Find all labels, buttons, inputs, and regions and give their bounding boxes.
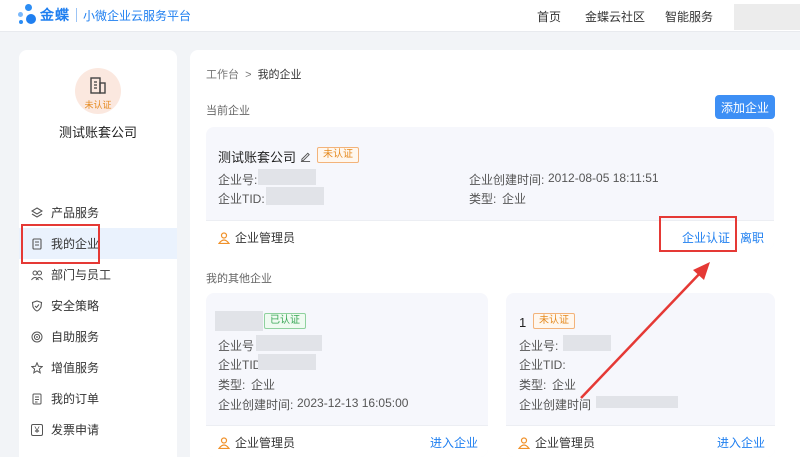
enterprise-name: 测试账套公司 — [218, 150, 297, 165]
type-value: 企业 — [552, 378, 577, 392]
main-panel: 工作台 > 我的企业 当前企业 添加企业 测试账套公司 未认证 企业号: 企业T… — [190, 50, 800, 457]
current-enterprise-title: 当前企业 — [206, 105, 250, 117]
sidebar-item-orders[interactable]: 我的订单 — [19, 383, 177, 414]
nav-smart-service[interactable]: 智能服务 — [665, 8, 713, 25]
created-time-value: 2012-08-05 18:11:51 — [548, 171, 659, 185]
user-icon — [218, 436, 230, 449]
role-label: 企业管理员 — [235, 436, 296, 450]
resign-link[interactable]: 离职 — [740, 229, 764, 246]
enterprise-verify-link[interactable]: 企业认证 — [682, 229, 730, 246]
enterprise-name: 1 — [519, 315, 527, 330]
breadcrumb-root[interactable]: 工作台 — [206, 69, 239, 81]
sidebar-company-name: 测试账套公司 — [58, 125, 137, 140]
people-icon — [31, 270, 43, 280]
sidebar: 未认证 测试账套公司 产品服务 我的企业 部门与员工 安全策略 自助服务 增值服… — [19, 50, 177, 457]
status-badge: 未认证 — [317, 147, 359, 163]
sidebar-item-my-enterprise[interactable]: 我的企业 — [19, 228, 177, 259]
sidebar-item-label: 我的企业 — [51, 237, 100, 251]
sidebar-item-security[interactable]: 安全策略 — [19, 290, 177, 321]
type-label: 类型: — [519, 378, 547, 392]
kingdee-logo-icon — [16, 4, 38, 26]
created-time-label: 企业创建时间 — [519, 398, 592, 412]
role-label: 企业管理员 — [235, 231, 296, 245]
enterprise-tid-label: 企业TID: — [218, 192, 265, 206]
created-time-label: 企业创建时间: — [469, 173, 545, 187]
status-badge: 未认证 — [533, 313, 575, 329]
user-icon — [218, 231, 230, 244]
created-time-value: 2023-12-13 16:05:00 — [297, 396, 409, 410]
role-label: 企业管理员 — [535, 436, 596, 450]
building-icon — [90, 77, 106, 94]
type-label: 类型: — [469, 192, 497, 206]
logo[interactable]: 金蝶 小微企业云服务平台 — [16, 4, 191, 26]
enterprise-id-value — [563, 335, 611, 351]
edit-icon[interactable] — [300, 151, 311, 162]
enterprise-id-label: 企业号: — [218, 173, 258, 187]
enterprise-name-redacted — [215, 311, 263, 331]
enterprise-id-value — [256, 335, 322, 351]
other-enterprises-title: 我的其他企业 — [206, 273, 272, 285]
role: 企业管理员 — [218, 229, 295, 246]
current-enterprise-card: 测试账套公司 未认证 企业号: 企业TID: 企业创建时间: 2012-08-0… — [206, 127, 774, 250]
sidebar-item-label: 发票申请 — [51, 423, 100, 437]
enterprise-tid-label: 企业TID: — [519, 358, 566, 372]
sidebar-item-label: 我的订单 — [51, 392, 100, 406]
sidebar-item-invoice[interactable]: ¥ 发票申请 — [19, 414, 177, 445]
type-label: 类型: — [218, 378, 246, 392]
current-enterprise-header: 测试账套公司 — [218, 147, 311, 166]
breadcrumb-current: 我的企业 — [257, 69, 302, 81]
breadcrumb-separator: > — [245, 69, 252, 81]
top-bar: 金蝶 小微企业云服务平台 首页 金蝶云社区 智能服务 — [0, 0, 800, 32]
enterprise-id-value — [258, 169, 316, 185]
created-time-label: 企业创建时间: — [218, 398, 294, 412]
role: 企业管理员 — [218, 434, 295, 451]
created-time-value — [596, 396, 678, 408]
nav-community[interactable]: 金蝶云社区 — [585, 8, 645, 25]
target-icon — [31, 331, 43, 342]
sidebar-item-products[interactable]: 产品服务 — [19, 197, 177, 228]
sidebar-item-value-added[interactable]: 增值服务 — [19, 352, 177, 383]
type-value: 企业 — [251, 378, 276, 392]
status-badge: 已认证 — [264, 313, 306, 329]
add-enterprise-button[interactable]: 添加企业 — [715, 95, 775, 119]
sidebar-item-label: 自助服务 — [51, 330, 100, 344]
enterprise-tid-label: 企业TID — [218, 358, 262, 372]
sidebar-item-self-service[interactable]: 自助服务 — [19, 321, 177, 352]
enterprise-id-label: 企业号: — [519, 339, 559, 353]
yen-icon: ¥ — [31, 423, 43, 436]
platform-name: 小微企业云服务平台 — [83, 8, 192, 23]
brand-name: 金蝶 — [40, 7, 70, 23]
shield-icon — [31, 299, 43, 312]
enter-enterprise-link[interactable]: 进入企业 — [430, 434, 478, 451]
document-icon — [32, 237, 42, 250]
card-footer: 企业管理员 进入企业 — [206, 425, 488, 457]
other-enterprise-card: 已认证 企业号 企业TID 类型: 企业 企业创建时间: 2023-12-13 … — [206, 293, 488, 457]
nav-home[interactable]: 首页 — [537, 8, 561, 25]
sidebar-item-label: 产品服务 — [51, 206, 100, 220]
enterprise-tid-value — [266, 187, 324, 205]
sidebar-item-label: 部门与员工 — [51, 268, 112, 282]
user-icon — [518, 436, 530, 449]
logo-divider — [76, 8, 77, 22]
layers-icon — [31, 206, 43, 218]
card-footer: 企业管理员 企业认证 离职 — [206, 220, 774, 250]
user-menu[interactable] — [734, 4, 800, 30]
breadcrumb: 工作台 > 我的企业 — [206, 66, 302, 82]
sidebar-status-badge: 未认证 — [84, 100, 112, 110]
company-avatar: 未认证 — [75, 68, 121, 114]
other-enterprise-card: 1 未认证 企业号: 企业TID: 类型: 企业 企业创建时间 企业管理员 进入… — [506, 293, 775, 457]
list-icon — [32, 393, 42, 404]
card-footer: 企业管理员 进入企业 — [506, 425, 775, 457]
enterprise-tid-value — [258, 354, 316, 370]
sidebar-item-label: 安全策略 — [51, 299, 100, 313]
star-icon — [31, 361, 43, 374]
sidebar-item-departments[interactable]: 部门与员工 — [19, 259, 177, 290]
role: 企业管理员 — [518, 434, 595, 451]
enterprise-id-label: 企业号 — [218, 339, 255, 353]
sidebar-item-label: 增值服务 — [51, 361, 100, 375]
enter-enterprise-link[interactable]: 进入企业 — [717, 434, 765, 451]
type-value: 企业 — [502, 192, 527, 206]
